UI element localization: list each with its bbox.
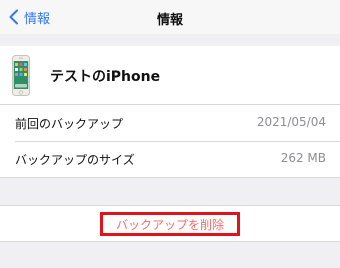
last-backup-value: 2021/05/04 — [256, 115, 326, 129]
delete-backup-cell: バックアップを削除 — [0, 205, 340, 242]
divider — [15, 141, 340, 142]
backup-size-row: バックアップのサイズ 262 MB — [0, 141, 340, 177]
iphone-icon — [12, 55, 30, 96]
device-name: テストのiPhone — [50, 69, 161, 85]
page-title: 情報 — [156, 13, 183, 28]
delete-backup-button[interactable]: バックアップを削除 — [100, 212, 240, 236]
navigation-bar: 情報 情報 — [0, 0, 340, 34]
delete-backup-label: バックアップを削除 — [115, 217, 224, 232]
backup-size-label: バックアップのサイズ — [15, 153, 135, 167]
backup-size-value: 262 MB — [280, 151, 326, 165]
device-header: テストのiPhone — [0, 46, 340, 105]
divider — [0, 177, 340, 178]
last-backup-row: 前回のバックアップ 2021/05/04 — [0, 105, 340, 141]
last-backup-label: 前回のバックアップ — [15, 117, 124, 131]
device-info-screen: 情報 情報 テストのiPhone 前回のバックアップ 2021/05/04 バッ… — [0, 0, 340, 268]
